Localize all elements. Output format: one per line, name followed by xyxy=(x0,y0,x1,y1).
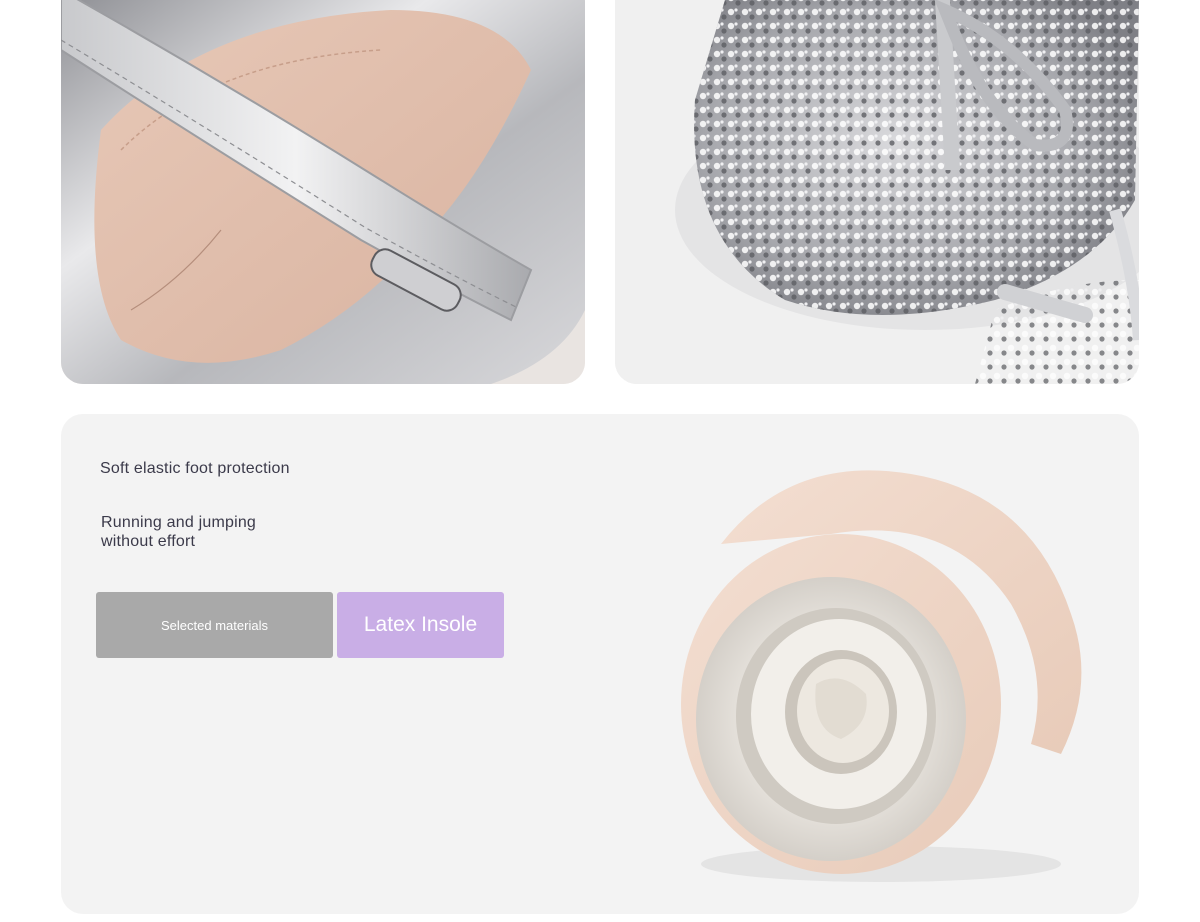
strap-photo-card xyxy=(61,0,585,384)
feature-running-jumping: Running and jumping without effort xyxy=(101,514,257,550)
selected-materials-tag: Selected materials xyxy=(96,592,333,658)
latex-insole-tag: Latex Insole xyxy=(337,592,504,658)
sequin-photo xyxy=(615,0,1139,384)
sequin-photo-card xyxy=(615,0,1139,384)
feature-soft-protection: Soft elastic foot protection xyxy=(100,460,290,477)
latex-insole-card: Soft elastic foot protection Running and… xyxy=(61,414,1139,914)
strap-photo xyxy=(61,0,585,384)
rolled-insole-photo xyxy=(681,470,1082,882)
